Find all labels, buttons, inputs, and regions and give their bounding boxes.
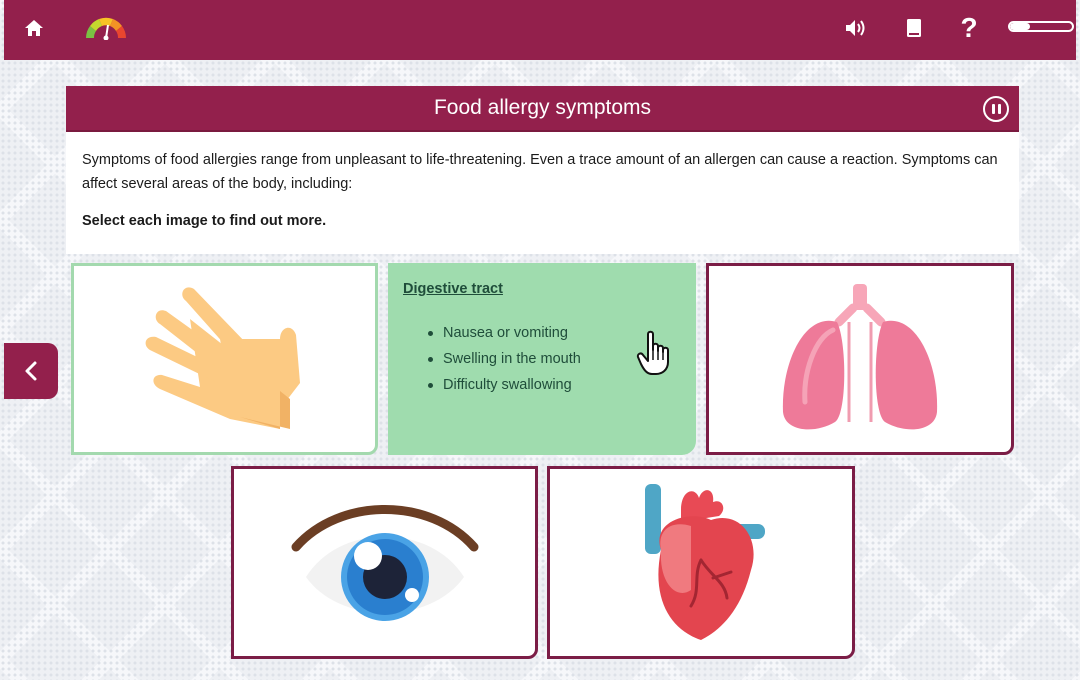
book-button[interactable] [894,0,934,56]
home-button[interactable] [14,0,54,56]
eye-icon [291,504,478,621]
hand-cursor-icon [636,330,669,375]
title-bar: Food allergy symptoms [66,86,1019,132]
intro-text: Symptoms of food allergies range from un… [82,152,998,192]
home-icon [25,20,43,36]
sound-button[interactable] [836,0,876,56]
help-button[interactable]: ? [949,0,989,56]
list-item: Difficulty swallowing [428,372,581,398]
progress-bar [1008,21,1074,32]
hand-icon [145,287,300,429]
list-item: Swelling in the mouth [428,346,581,372]
speaker-icon [846,20,865,36]
card-heart[interactable] [547,466,855,659]
back-button[interactable] [4,343,58,399]
pause-icon-bar [997,104,1001,114]
list-item: Nausea or vomiting [428,320,581,346]
rating-gauge-icon[interactable] [82,14,130,40]
help-label: ? [960,12,978,43]
book-icon [907,19,921,37]
chevron-left-icon [25,361,37,381]
content-panel: Food allergy symptoms Symptoms of food a… [66,86,1019,254]
digestive-title[interactable]: Digestive tract [403,281,503,297]
progress-fill [1010,23,1030,30]
pause-button[interactable] [983,96,1009,122]
pause-icon [991,104,995,114]
heart-icon [645,484,765,640]
card-skin[interactable] [71,263,378,455]
card-lungs[interactable] [706,263,1014,455]
page-title: Food allergy symptoms [433,96,652,119]
digestive-symptom-list: Nausea or vomiting Swelling in the mouth… [428,320,581,398]
lungs-icon [782,283,938,429]
instruction-text: Select each image to find out more. [82,213,327,229]
top-bar: ? [4,0,1076,60]
card-eyes[interactable] [231,466,538,659]
